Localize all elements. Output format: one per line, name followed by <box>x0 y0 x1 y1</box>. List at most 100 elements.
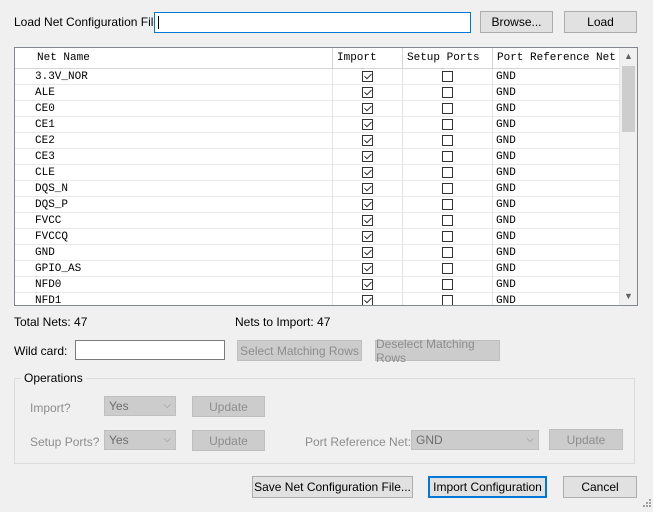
setup-ports-checkbox[interactable] <box>442 215 453 226</box>
setup-ports-checkbox[interactable] <box>442 183 453 194</box>
load-button[interactable]: Load <box>564 11 637 33</box>
setup-ports-checkbox[interactable] <box>442 231 453 242</box>
setup-ports-checkbox[interactable] <box>442 263 453 274</box>
file-path-input[interactable] <box>154 12 471 33</box>
table-row[interactable]: GPIO_AS GND <box>15 261 621 277</box>
port-ref-cell[interactable]: GND <box>493 213 621 229</box>
import-checkbox[interactable] <box>362 263 373 274</box>
wildcard-input[interactable] <box>75 340 225 360</box>
table-row[interactable]: CLE GND <box>15 165 621 181</box>
net-name-cell: NFD0 <box>15 277 333 293</box>
port-ref-label: Port Reference Net: <box>305 435 412 449</box>
import-checkbox[interactable] <box>362 279 373 290</box>
import-checkbox[interactable] <box>362 71 373 82</box>
load-file-label: Load Net Configuration File <box>14 15 161 29</box>
import-label: Import? <box>30 401 71 415</box>
import-checkbox[interactable] <box>362 247 373 258</box>
update-portref-button[interactable]: Update <box>549 429 623 450</box>
col-net-name[interactable]: Net Name <box>15 48 333 68</box>
vertical-scrollbar[interactable]: ▲ ▼ <box>619 48 637 305</box>
port-ref-cell[interactable]: GND <box>493 133 621 149</box>
port-ref-cell[interactable]: GND <box>493 149 621 165</box>
import-checkbox[interactable] <box>362 183 373 194</box>
import-cell <box>333 213 403 229</box>
table-row[interactable]: CE2 GND <box>15 133 621 149</box>
setup-ports-checkbox[interactable] <box>442 71 453 82</box>
setup-ports-checkbox[interactable] <box>442 199 453 210</box>
cancel-button[interactable]: Cancel <box>563 476 637 498</box>
scroll-thumb[interactable] <box>622 66 635 132</box>
import-config-button[interactable]: Import Configuration <box>428 476 547 498</box>
import-checkbox[interactable] <box>362 87 373 98</box>
port-ref-cell[interactable]: GND <box>493 181 621 197</box>
setup-ports-checkbox[interactable] <box>442 279 453 290</box>
import-checkbox[interactable] <box>362 119 373 130</box>
port-ref-cell[interactable]: GND <box>493 197 621 213</box>
table-row[interactable]: NFD0 GND <box>15 277 621 293</box>
import-checkbox[interactable] <box>362 103 373 114</box>
import-checkbox[interactable] <box>362 295 373 305</box>
table-row[interactable]: FVCC GND <box>15 213 621 229</box>
setup-ports-checkbox[interactable] <box>442 135 453 146</box>
port-ref-cell[interactable]: GND <box>493 101 621 117</box>
net-name-cell: CE0 <box>15 101 333 117</box>
table-row[interactable]: DQS_N GND <box>15 181 621 197</box>
setup-ports-checkbox[interactable] <box>442 87 453 98</box>
setup-ports-cell <box>403 101 493 117</box>
port-ref-cell[interactable]: GND <box>493 69 621 85</box>
net-grid[interactable]: Net Name Import Setup Ports Port Referen… <box>14 47 638 306</box>
setup-ports-checkbox[interactable] <box>442 295 453 305</box>
save-config-button[interactable]: Save Net Configuration File... <box>252 476 413 498</box>
setup-ports-cell <box>403 197 493 213</box>
setup-ports-checkbox[interactable] <box>442 167 453 178</box>
port-ref-cell[interactable]: GND <box>493 261 621 277</box>
col-import[interactable]: Import <box>333 48 403 68</box>
browse-button[interactable]: Browse... <box>480 11 553 33</box>
net-name-cell: CLE <box>15 165 333 181</box>
table-row[interactable]: CE1 GND <box>15 117 621 133</box>
table-row[interactable]: FVCCQ GND <box>15 229 621 245</box>
grid-rows: 3.3V_NOR GND ALE GND CE0 GND CE1 GND CE2 GND CE3 GN… <box>15 69 621 305</box>
import-checkbox[interactable] <box>362 167 373 178</box>
port-ref-cell[interactable]: GND <box>493 229 621 245</box>
setup-ports-checkbox[interactable] <box>442 247 453 258</box>
col-port-ref[interactable]: Port Reference Net <box>493 48 621 68</box>
port-ref-cell[interactable]: GND <box>493 85 621 101</box>
port-ref-cell[interactable]: GND <box>493 165 621 181</box>
resize-grip-icon[interactable] <box>641 498 651 508</box>
table-row[interactable]: 3.3V_NOR GND <box>15 69 621 85</box>
setup-ports-checkbox[interactable] <box>442 103 453 114</box>
col-setup-ports[interactable]: Setup Ports <box>403 48 493 68</box>
import-cell <box>333 245 403 261</box>
import-checkbox[interactable] <box>362 135 373 146</box>
table-row[interactable]: CE3 GND <box>15 149 621 165</box>
table-row[interactable]: ALE GND <box>15 85 621 101</box>
import-checkbox[interactable] <box>362 151 373 162</box>
select-matching-rows-button[interactable]: Select Matching Rows <box>237 340 362 361</box>
setup-ports-select[interactable]: Yes ⌵ <box>104 430 176 450</box>
scroll-down-icon[interactable]: ▼ <box>620 288 637 305</box>
import-checkbox[interactable] <box>362 215 373 226</box>
net-name-cell: GND <box>15 245 333 261</box>
port-ref-cell[interactable]: GND <box>493 117 621 133</box>
update-setup-button[interactable]: Update <box>192 430 265 451</box>
port-ref-cell[interactable]: GND <box>493 293 621 305</box>
update-import-button[interactable]: Update <box>192 396 265 417</box>
setup-ports-checkbox[interactable] <box>442 151 453 162</box>
setup-ports-cell <box>403 213 493 229</box>
grid-header: Net Name Import Setup Ports Port Referen… <box>15 48 621 69</box>
port-ref-cell[interactable]: GND <box>493 245 621 261</box>
import-select[interactable]: Yes ⌵ <box>104 396 176 416</box>
import-checkbox[interactable] <box>362 231 373 242</box>
setup-ports-checkbox[interactable] <box>442 119 453 130</box>
table-row[interactable]: CE0 GND <box>15 101 621 117</box>
table-row[interactable]: NFD1 GND <box>15 293 621 305</box>
scroll-up-icon[interactable]: ▲ <box>620 48 637 65</box>
nets-to-import-label: Nets to Import: 47 <box>235 315 331 329</box>
import-checkbox[interactable] <box>362 199 373 210</box>
table-row[interactable]: GND GND <box>15 245 621 261</box>
port-ref-cell[interactable]: GND <box>493 277 621 293</box>
table-row[interactable]: DQS_P GND <box>15 197 621 213</box>
deselect-matching-rows-button[interactable]: Deselect Matching Rows <box>375 337 500 365</box>
port-ref-select[interactable]: GND ⌵ <box>411 430 539 450</box>
